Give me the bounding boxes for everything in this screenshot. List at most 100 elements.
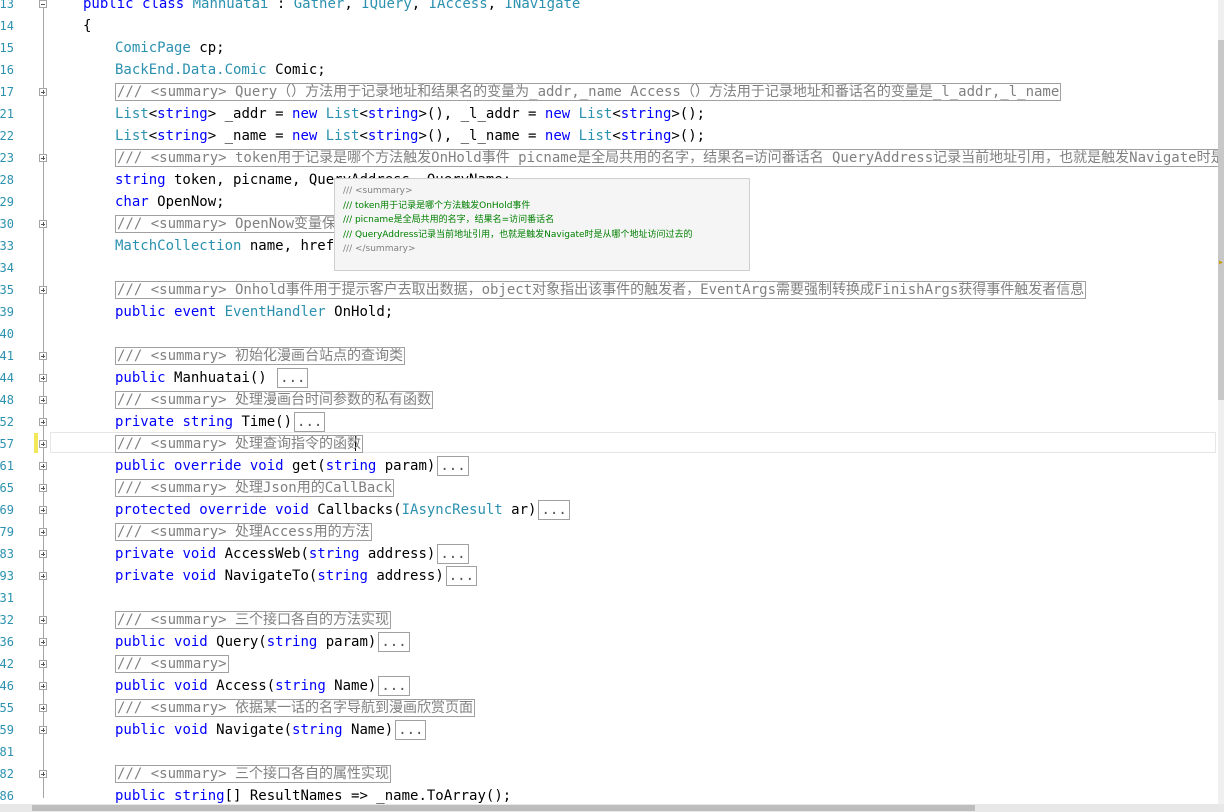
doc-comment: /// <summary> 三个接口各自的属性实现 [115, 765, 392, 783]
vertical-scrollbar-thumb[interactable] [1218, 40, 1224, 400]
collapsed-region-button[interactable]: ... [395, 720, 427, 740]
code-line[interactable]: public event EventHandler OnHold; [115, 301, 393, 323]
code-line[interactable]: /// <summary> 处理查询指令的函数 [115, 433, 364, 455]
collapsed-region-button[interactable]: ... [277, 368, 309, 388]
code-line[interactable]: BackEnd.Data.Comic Comic; [115, 59, 326, 81]
expand-icon[interactable] [39, 220, 47, 228]
horizontal-scrollbar-thumb[interactable] [32, 805, 975, 811]
code-text: < [612, 106, 621, 122]
code-line[interactable]: /// <summary> 三个接口各自的属性实现 [115, 763, 392, 785]
expand-icon[interactable] [39, 550, 47, 558]
doc-comment: /// <summary> Onhold事件用于提示客户去取出数据，object… [115, 281, 1087, 299]
code-text: Navigate( [207, 722, 293, 738]
expand-icon[interactable] [39, 506, 47, 514]
code-line[interactable]: public override void get(string param)..… [115, 455, 469, 477]
code-line[interactable]: /// <summary> 初始化漫画台站点的查询类 [115, 345, 406, 367]
keyword: string [325, 458, 377, 474]
line-number: 35 [0, 283, 14, 297]
code-text: address) [359, 546, 436, 562]
code-line[interactable]: public void Access(string Name)... [115, 675, 410, 697]
collapsed-region-button[interactable]: ... [294, 412, 326, 432]
collapsed-region-button[interactable]: ... [437, 456, 469, 476]
expand-icon[interactable] [39, 726, 47, 734]
code-line[interactable]: /// <summary> token用于记录是哪个方法触发OnHold事件 p… [115, 147, 1218, 169]
expand-icon[interactable] [39, 154, 47, 162]
code-line[interactable]: protected override void Callbacks(IAsync… [115, 499, 570, 521]
line-number: 79 [0, 525, 14, 539]
keyword: string [115, 172, 166, 188]
code-line[interactable]: MatchCollection name, href; [115, 235, 343, 257]
expand-icon[interactable] [39, 286, 47, 294]
keyword: private [115, 546, 183, 562]
expand-icon[interactable] [39, 638, 47, 646]
code-line[interactable]: private void AccessWeb(string address)..… [115, 543, 469, 565]
expand-icon[interactable] [39, 572, 47, 580]
collapsed-region-button[interactable]: ... [378, 676, 410, 696]
expand-icon[interactable] [39, 704, 47, 712]
code-line[interactable]: List<string> _name = new List<string>(),… [115, 125, 705, 147]
keyword: char [115, 194, 149, 210]
line-number: 23 [0, 151, 14, 165]
collapsed-region-button[interactable]: ... [378, 632, 410, 652]
code-line[interactable]: /// <summary> OpenNow变量保存 [115, 213, 353, 235]
line-number: 83 [0, 547, 14, 561]
collapsed-region-button[interactable]: ... [437, 544, 469, 564]
code-text: Name) [325, 678, 377, 694]
code-line[interactable]: public void Query(string param)... [115, 631, 410, 653]
code-line[interactable]: List<string> _addr = new List<string>(),… [115, 103, 705, 125]
type-name: List [325, 128, 360, 144]
line-number: 159 [0, 723, 14, 737]
code-line[interactable]: /// <summary> Query（）方法用于记录地址和结果名的变量为_ad… [115, 81, 1062, 103]
code-line[interactable]: ComicPage cp; [115, 37, 225, 59]
code-text: Callbacks( [308, 502, 402, 518]
code-line[interactable]: { [83, 15, 91, 37]
expand-icon[interactable] [39, 396, 47, 404]
keyword: new [292, 128, 326, 144]
code-line[interactable]: public Manhuatai() ... [115, 367, 309, 389]
code-line[interactable]: private void NavigateTo(string address).… [115, 565, 478, 587]
expand-icon[interactable] [39, 484, 47, 492]
collapse-icon[interactable] [39, 0, 47, 8]
expand-icon[interactable] [39, 462, 47, 470]
code-line[interactable]: /// <summary> [115, 653, 229, 675]
type-name: List [325, 106, 360, 122]
expand-icon[interactable] [39, 88, 47, 96]
type-name: List [578, 128, 613, 144]
code-text: { [83, 18, 92, 34]
expand-icon[interactable] [39, 528, 47, 536]
line-number: 40 [0, 327, 14, 341]
code-editor[interactable]: 13 public class Manhuatai : Gather, IQuer… [0, 0, 1218, 804]
code-line[interactable]: /// <summary> 三个接口各自的方法实现 [115, 609, 392, 631]
code-line[interactable]: /// <summary> 处理Access用的方法 [115, 521, 372, 543]
code-line[interactable]: private string Time()... [115, 411, 326, 433]
keyword: public [115, 634, 175, 650]
keyword: string [182, 414, 234, 430]
code-line[interactable]: /// <summary> 处理漫画台时间参数的私有函数 [115, 389, 434, 411]
expand-icon[interactable] [39, 616, 47, 624]
keyword: public [115, 678, 175, 694]
code-line[interactable]: /// <summary> 依据某一话的名字导航到漫画欣赏页面 [115, 697, 476, 719]
code-line[interactable]: char OpenNow; [115, 191, 225, 213]
expand-icon[interactable] [39, 682, 47, 690]
vertical-scrollbar[interactable] [1218, 0, 1224, 804]
expand-icon[interactable] [39, 770, 47, 778]
code-line[interactable]: public void Navigate(string Name)... [115, 719, 427, 741]
expand-icon[interactable] [39, 660, 47, 668]
code-line[interactable]: /// <summary> 处理Json用的CallBack [115, 477, 395, 499]
keyword: new [292, 106, 326, 122]
expand-icon[interactable] [39, 352, 47, 360]
code-line[interactable]: /// <summary> Onhold事件用于提示客户去取出数据，object… [115, 279, 1087, 301]
collapsed-region-button[interactable]: ... [538, 500, 570, 520]
code-line[interactable]: public string[] ResultNames => _name.ToA… [115, 785, 511, 804]
type-name: BackEnd.Data. [115, 62, 225, 78]
expand-icon[interactable] [39, 374, 47, 382]
collapsed-region-button[interactable]: ... [445, 566, 478, 586]
type-name: List [115, 128, 149, 144]
expand-icon[interactable] [39, 440, 47, 448]
horizontal-scrollbar[interactable] [0, 804, 1224, 812]
doc-comment: /// <summary> token用于记录是哪个方法触发OnHold事件 p… [115, 149, 1218, 167]
doc-comment: /// <summary> 处理Access用的方法 [115, 523, 372, 541]
keyword: string [157, 106, 208, 122]
code-line[interactable]: public class Manhuatai : Gather, IQuery,… [83, 0, 580, 15]
expand-icon[interactable] [39, 418, 47, 426]
